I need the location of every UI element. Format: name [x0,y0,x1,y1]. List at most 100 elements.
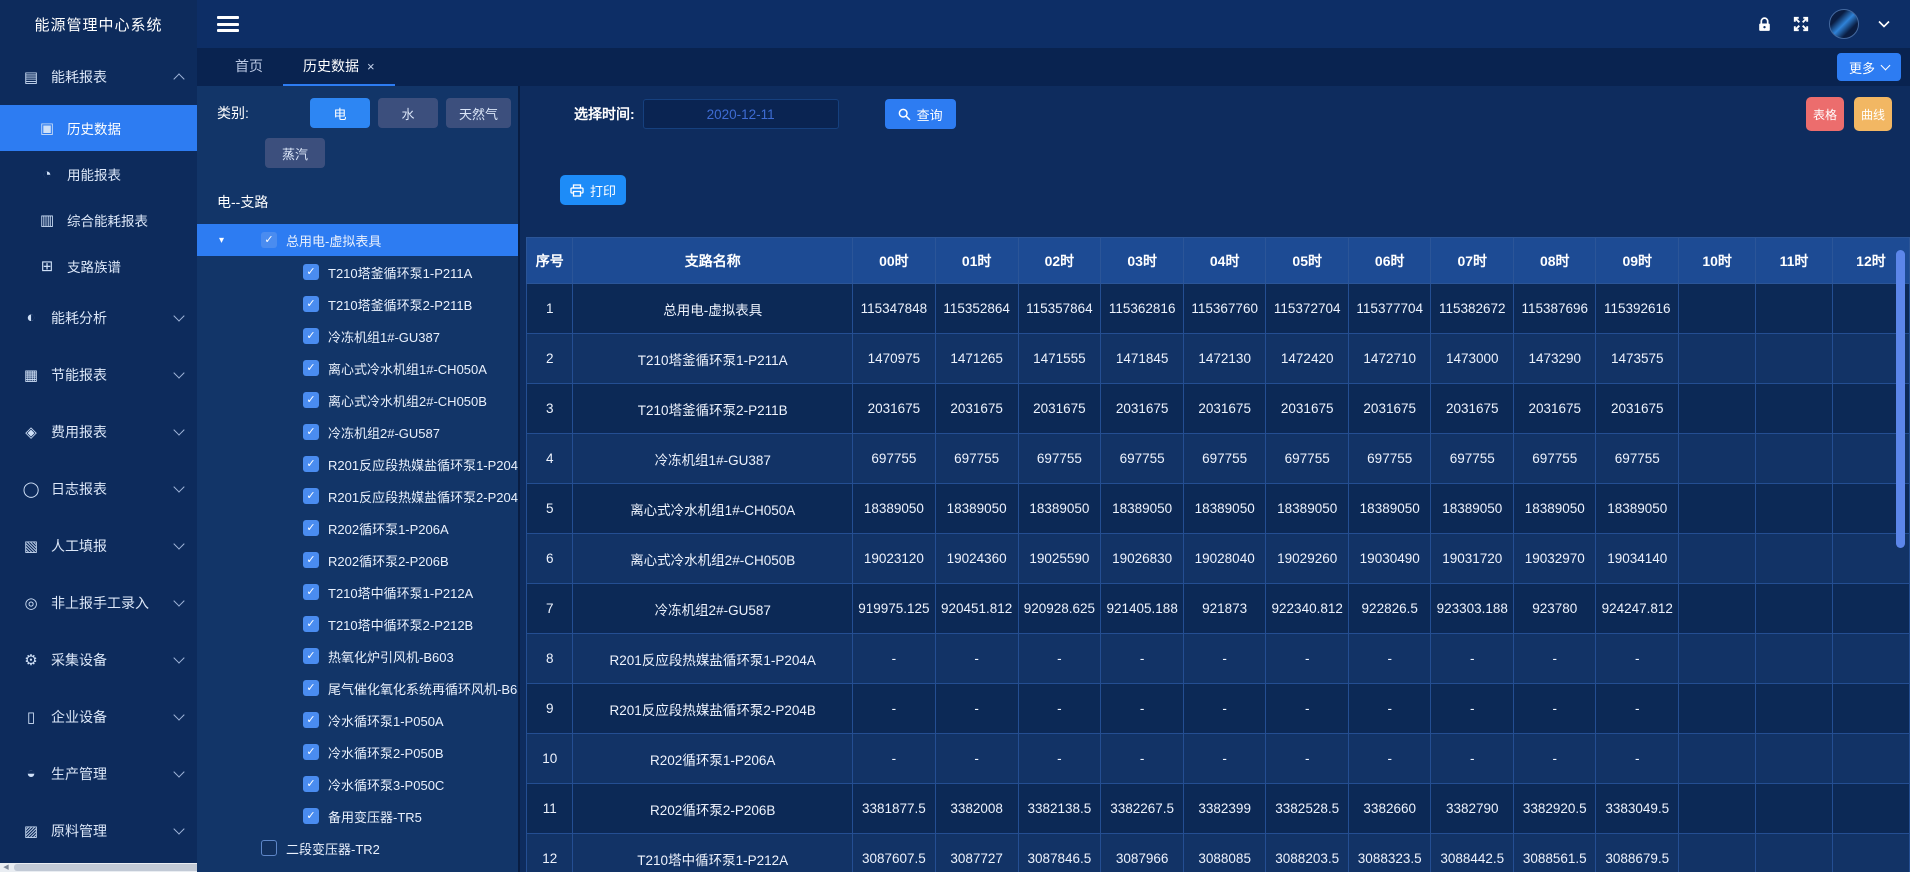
sidebar-subitem[interactable]: ▥综合能耗报表 [0,197,197,243]
category-button[interactable]: 天然气 [446,98,511,128]
tree-checkbox[interactable]: ✓ [303,616,319,632]
sidebar-subitem[interactable]: ▣历史数据 [0,105,197,151]
sidebar-subitem[interactable]: ⊞支路族谱 [0,243,197,289]
value-cell: 922826.5 [1349,584,1431,634]
tree-node[interactable]: ✓T210塔釜循环泵2-P211B [197,288,518,320]
tree-checkbox[interactable]: ✓ [303,328,319,344]
tab-close-icon[interactable]: × [367,59,375,74]
value-cell: 18389050 [1431,484,1514,534]
tree-checkbox[interactable]: ✓ [303,776,319,792]
curve-view-button[interactable]: 曲线 [1854,97,1892,131]
date-input[interactable] [643,99,839,129]
tree-checkbox[interactable]: ✓ [303,488,319,504]
sidebar-horizontal-scrollbar[interactable]: ◀ ▶ [0,863,197,872]
tab-active[interactable]: 历史数据× [283,48,395,86]
value-cell: 2031675 [1514,384,1596,434]
tree-node[interactable]: ✓离心式冷水机组2#-CH050B [197,384,518,416]
tree-checkbox[interactable]: ✓ [303,264,319,280]
scrollbar-thumb[interactable] [14,864,197,871]
table-view-button[interactable]: 表格 [1806,97,1844,131]
tree-node[interactable]: ✓备用变压器-TR5 [197,800,518,832]
tree-checkbox[interactable]: ✓ [303,712,319,728]
sidebar-item[interactable]: ▧人工填报 [0,517,197,574]
tree-checkbox[interactable]: ✓ [303,584,319,600]
value-cell: 115362816 [1101,284,1184,334]
tree-node[interactable]: ✓T210塔中循环泵2-P212B [197,608,518,640]
sidebar-item[interactable]: ◒生产管理 [0,745,197,802]
chevron-down-icon [173,823,184,834]
tree-node[interactable]: ✓R201反应段热媒盐循环泵1-P204A [197,448,518,480]
tree-node[interactable]: ✓离心式冷水机组1#-CH050A [197,352,518,384]
value-cell: 18389050 [1101,484,1184,534]
more-button-label: 更多 [1849,58,1875,77]
fullscreen-icon[interactable] [1792,15,1810,33]
tree-node[interactable]: ✓R201反应段热媒盐循环泵2-P204B [197,480,518,512]
tree-checkbox[interactable]: ✓ [303,648,319,664]
tree-checkbox[interactable]: ✓ [303,520,319,536]
sidebar-item[interactable]: ▤能耗报表 [0,48,197,105]
tree-node[interactable]: ✓尾气催化氧化系统再循环风机-B63 [197,672,518,704]
tree-checkbox[interactable] [261,840,277,856]
category-button[interactable]: 水 [378,98,438,128]
sidebar-item[interactable]: ▦节能报表 [0,346,197,403]
scroll-left-icon[interactable]: ◀ [0,863,12,872]
sidebar-subitem[interactable]: ◔用能报表 [0,151,197,197]
value-cell: 2031675 [1596,384,1679,434]
curve-view-label: 曲线 [1861,106,1885,123]
sidebar-item[interactable]: ◯日志报表 [0,460,197,517]
table-header-cell: 支路名称 [573,238,853,284]
value-cell: 919975.125 [852,584,935,634]
tree-checkbox[interactable]: ✓ [303,392,319,408]
main-area: 首页历史数据× 更多 类别: 电水天然气 蒸汽 电--支路 ▾✓总用电-虚拟表具… [197,0,1910,872]
table-vertical-scrollbar-thumb[interactable] [1896,250,1905,548]
topbar [197,0,1910,48]
tree-checkbox[interactable]: ✓ [261,232,277,248]
tree-checkbox[interactable]: ✓ [303,680,319,696]
tree-expand-icon[interactable]: ▾ [219,235,233,246]
caret-down-icon[interactable] [1878,20,1890,28]
value-cell: 115352864 [935,284,1018,334]
category-button[interactable]: 电 [310,98,370,128]
table-body: 1总用电-虚拟表具1153478481153528641153578641153… [527,284,1910,872]
sidebar-item[interactable]: ▯企业设备 [0,688,197,745]
tree-node[interactable]: ✓冷冻机组2#-GU587 [197,416,518,448]
tree-node[interactable]: ✓R202循环泵2-P206B [197,544,518,576]
tree-node[interactable]: ✓冷水循环泵3-P050C [197,768,518,800]
category-button[interactable]: 蒸汽 [265,138,325,168]
value-cell: - [1266,684,1349,734]
user-avatar[interactable] [1829,9,1859,39]
sidebar-item[interactable]: ◐能耗分析 [0,289,197,346]
tree-node[interactable]: ✓T210塔中循环泵1-P212A [197,576,518,608]
enterprise-device-icon: ▯ [20,708,42,726]
hamburger-menu-icon[interactable] [217,16,239,32]
tree-node[interactable]: ✓冷水循环泵2-P050B [197,736,518,768]
query-button[interactable]: 查询 [885,99,956,129]
sidebar-item[interactable]: ▨原料管理 [0,802,197,859]
tab-item[interactable]: 首页 [215,48,283,86]
tree-checkbox[interactable]: ✓ [303,424,319,440]
print-button[interactable]: 打印 [560,175,626,205]
branch-name-cell: T210塔釜循环泵1-P211A [573,334,853,384]
tree-node[interactable]: ✓冷冻机组1#-GU387 [197,320,518,352]
tree-checkbox[interactable]: ✓ [303,808,319,824]
value-cell [1679,334,1756,384]
tree-node[interactable]: ▾✓总用电-虚拟表具 [197,224,518,256]
tree-node[interactable]: ✓冷水循环泵1-P050A [197,704,518,736]
sidebar-item[interactable]: ◎非上报手工录入 [0,574,197,631]
sidebar-item[interactable]: ⚙采集设备 [0,631,197,688]
sidebar-item[interactable]: ◈费用报表 [0,403,197,460]
tree-checkbox[interactable]: ✓ [303,456,319,472]
value-cell [1756,834,1833,872]
lock-icon[interactable] [1756,16,1773,33]
tree-checkbox[interactable]: ✓ [303,744,319,760]
more-button[interactable]: 更多 [1837,53,1901,81]
print-button-label: 打印 [590,181,616,200]
tree-checkbox[interactable]: ✓ [303,360,319,376]
tree-node[interactable]: 二段变压器-TR2 [197,832,518,864]
value-cell [1756,784,1833,834]
tree-checkbox[interactable]: ✓ [303,552,319,568]
tree-node[interactable]: ✓热氧化炉引风机-B603 [197,640,518,672]
tree-checkbox[interactable]: ✓ [303,296,319,312]
tree-node[interactable]: ✓R202循环泵1-P206A [197,512,518,544]
tree-node[interactable]: ✓T210塔釜循环泵1-P211A [197,256,518,288]
